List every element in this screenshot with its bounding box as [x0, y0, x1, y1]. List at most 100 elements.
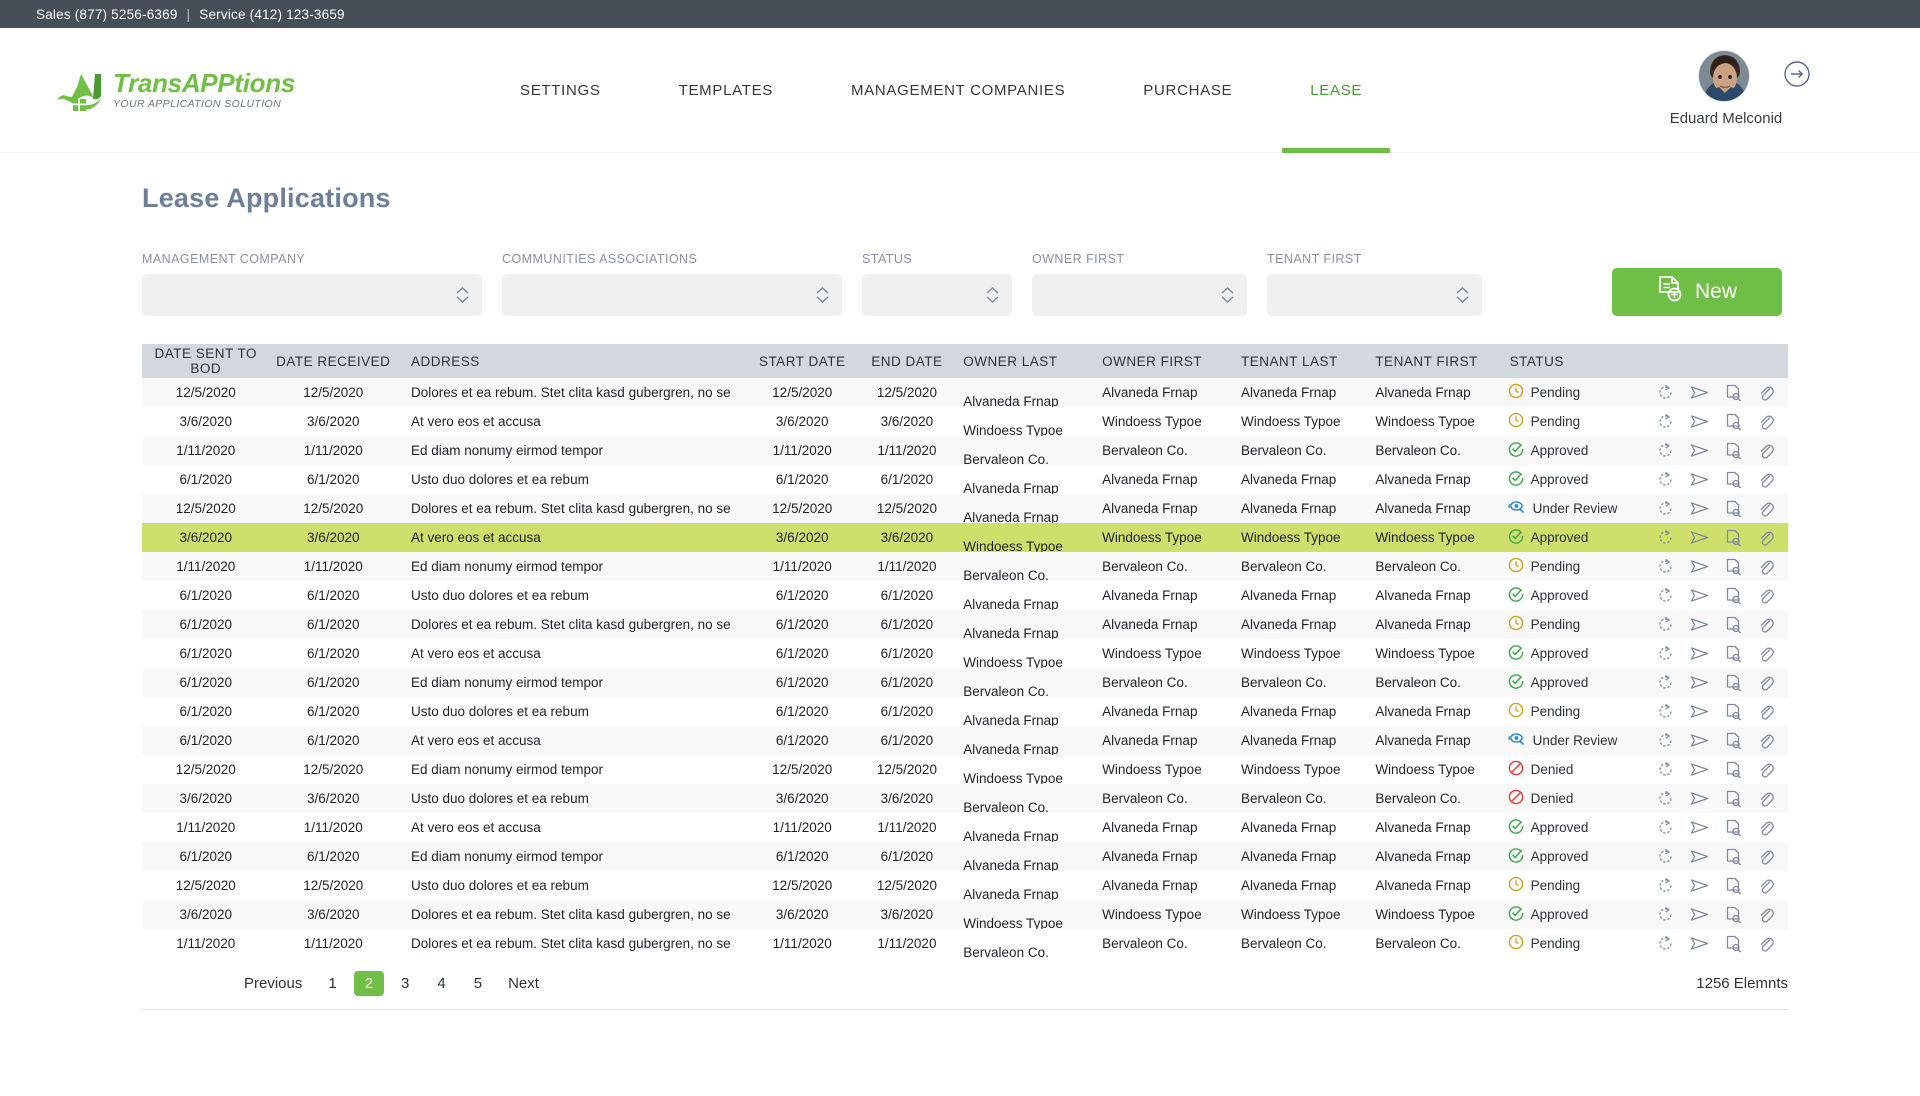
management-company-select[interactable] — [142, 274, 482, 316]
attachment-icon[interactable] — [1758, 674, 1775, 692]
document-search-icon[interactable] — [1725, 935, 1742, 953]
send-icon[interactable] — [1690, 645, 1709, 662]
document-search-icon[interactable] — [1725, 732, 1742, 750]
pagination-page-1[interactable]: 1 — [317, 971, 347, 996]
send-icon[interactable] — [1690, 558, 1709, 575]
table-row[interactable]: 6/1/2020 6/1/2020 At vero eos et accusa 6/1… — [142, 726, 1788, 755]
pagination-page-3[interactable]: 3 — [390, 971, 420, 996]
send-icon[interactable] — [1690, 384, 1709, 401]
attachment-icon[interactable] — [1758, 935, 1775, 953]
refresh-icon[interactable] — [1657, 703, 1674, 720]
nav-item-templates[interactable]: TEMPLATES — [679, 28, 773, 153]
col-address[interactable]: ADDRESS — [396, 344, 750, 378]
document-search-icon[interactable] — [1725, 558, 1742, 576]
pagination-next[interactable]: Next — [499, 971, 548, 996]
stepper-chevrons[interactable] — [985, 286, 1000, 304]
stepper-chevrons[interactable] — [1455, 286, 1470, 304]
table-row[interactable]: 1/11/2020 1/11/2020 At vero eos et accusa 1… — [142, 813, 1788, 842]
pagination-previous[interactable]: Previous — [235, 971, 311, 996]
attachment-icon[interactable] — [1758, 384, 1775, 402]
refresh-icon[interactable] — [1657, 732, 1674, 749]
refresh-icon[interactable] — [1657, 616, 1674, 633]
document-search-icon[interactable] — [1725, 645, 1742, 663]
col-end-date[interactable]: END DATE — [854, 344, 960, 378]
refresh-icon[interactable] — [1657, 848, 1674, 865]
refresh-icon[interactable] — [1657, 558, 1674, 575]
send-icon[interactable] — [1690, 761, 1709, 778]
table-row[interactable]: 6/1/2020 6/1/2020 Dolores et ea rebum. Ste… — [142, 610, 1788, 639]
col-status[interactable]: STATUS — [1505, 344, 1652, 378]
table-row[interactable]: 3/6/2020 3/6/2020 Dolores et ea rebum. Ste… — [142, 900, 1788, 929]
document-search-icon[interactable] — [1725, 529, 1742, 547]
attachment-icon[interactable] — [1758, 819, 1775, 837]
col-tenant-first[interactable]: TENANT FIRST — [1371, 344, 1506, 378]
owner-first-select[interactable] — [1032, 274, 1247, 316]
document-search-icon[interactable] — [1725, 906, 1742, 924]
stepper-chevrons[interactable] — [815, 286, 830, 304]
attachment-icon[interactable] — [1758, 877, 1775, 895]
nav-item-management-companies[interactable]: MANAGEMENT COMPANIES — [851, 28, 1065, 153]
table-row[interactable]: 3/6/2020 3/6/2020 At vero eos et accusa 3/6… — [142, 523, 1788, 552]
attachment-icon[interactable] — [1758, 442, 1775, 460]
attachment-icon[interactable] — [1758, 848, 1775, 866]
document-search-icon[interactable] — [1725, 413, 1742, 431]
attachment-icon[interactable] — [1758, 500, 1775, 518]
table-row[interactable]: 3/6/2020 3/6/2020 Usto duo dolores et ea r… — [142, 784, 1788, 813]
col-owner-last[interactable]: OWNER LAST — [959, 344, 1099, 378]
col-date-received[interactable]: DATE RECEIVED — [269, 344, 397, 378]
document-search-icon[interactable] — [1725, 877, 1742, 895]
table-row[interactable]: 6/1/2020 6/1/2020 Usto duo dolores et ea r… — [142, 465, 1788, 494]
send-icon[interactable] — [1690, 877, 1709, 894]
refresh-icon[interactable] — [1657, 587, 1674, 604]
attachment-icon[interactable] — [1758, 616, 1775, 634]
send-icon[interactable] — [1690, 587, 1709, 604]
table-row[interactable]: 1/11/2020 1/11/2020 Dolores et ea rebum. S… — [142, 929, 1788, 958]
send-icon[interactable] — [1690, 848, 1709, 865]
attachment-icon[interactable] — [1758, 732, 1775, 750]
refresh-icon[interactable] — [1657, 384, 1674, 401]
col-owner-first[interactable]: OWNER FIRST — [1098, 344, 1237, 378]
attachment-icon[interactable] — [1758, 471, 1775, 489]
refresh-icon[interactable] — [1657, 906, 1674, 923]
table-row[interactable]: 3/6/2020 3/6/2020 At vero eos et accusa 3/6… — [142, 407, 1788, 436]
send-icon[interactable] — [1690, 471, 1709, 488]
refresh-icon[interactable] — [1657, 529, 1674, 546]
send-icon[interactable] — [1690, 732, 1709, 749]
document-search-icon[interactable] — [1725, 819, 1742, 837]
send-icon[interactable] — [1690, 790, 1709, 807]
table-row[interactable]: 6/1/2020 6/1/2020 Usto duo dolores et ea r… — [142, 581, 1788, 610]
document-search-icon[interactable] — [1725, 471, 1742, 489]
nav-item-lease[interactable]: LEASE — [1282, 28, 1390, 153]
refresh-icon[interactable] — [1657, 500, 1674, 517]
refresh-icon[interactable] — [1657, 790, 1674, 807]
table-row[interactable]: 12/5/2020 12/5/2020 Ed diam nonumy eirmod … — [142, 755, 1788, 784]
table-row[interactable]: 6/1/2020 6/1/2020 Ed diam nonumy eirmod te… — [142, 842, 1788, 871]
refresh-icon[interactable] — [1657, 471, 1674, 488]
document-search-icon[interactable] — [1725, 761, 1742, 779]
refresh-icon[interactable] — [1657, 645, 1674, 662]
document-search-icon[interactable] — [1725, 384, 1742, 402]
send-icon[interactable] — [1690, 935, 1709, 952]
document-search-icon[interactable] — [1725, 442, 1742, 460]
send-icon[interactable] — [1690, 413, 1709, 430]
table-row[interactable]: 6/1/2020 6/1/2020 Usto duo dolores et ea r… — [142, 697, 1788, 726]
send-icon[interactable] — [1690, 500, 1709, 517]
pagination-page-5[interactable]: 5 — [463, 971, 493, 996]
stepper-chevrons[interactable] — [455, 286, 470, 304]
attachment-icon[interactable] — [1758, 558, 1775, 576]
col-date-sent-to-bod[interactable]: DATE SENT TO BOD — [142, 344, 270, 378]
document-search-icon[interactable] — [1725, 500, 1742, 518]
table-row[interactable]: 6/1/2020 6/1/2020 Ed diam nonumy eirmod te… — [142, 668, 1788, 697]
table-row[interactable]: 6/1/2020 6/1/2020 At vero eos et accusa 6/1… — [142, 639, 1788, 668]
communities-associations-select[interactable] — [502, 274, 842, 316]
document-search-icon[interactable] — [1725, 790, 1742, 808]
send-icon[interactable] — [1690, 906, 1709, 923]
document-search-icon[interactable] — [1725, 616, 1742, 634]
send-icon[interactable] — [1690, 442, 1709, 459]
send-icon[interactable] — [1690, 819, 1709, 836]
refresh-icon[interactable] — [1657, 877, 1674, 894]
col-start-date[interactable]: START DATE — [749, 344, 855, 378]
attachment-icon[interactable] — [1758, 790, 1775, 808]
attachment-icon[interactable] — [1758, 587, 1775, 605]
avatar[interactable] — [1698, 50, 1750, 102]
